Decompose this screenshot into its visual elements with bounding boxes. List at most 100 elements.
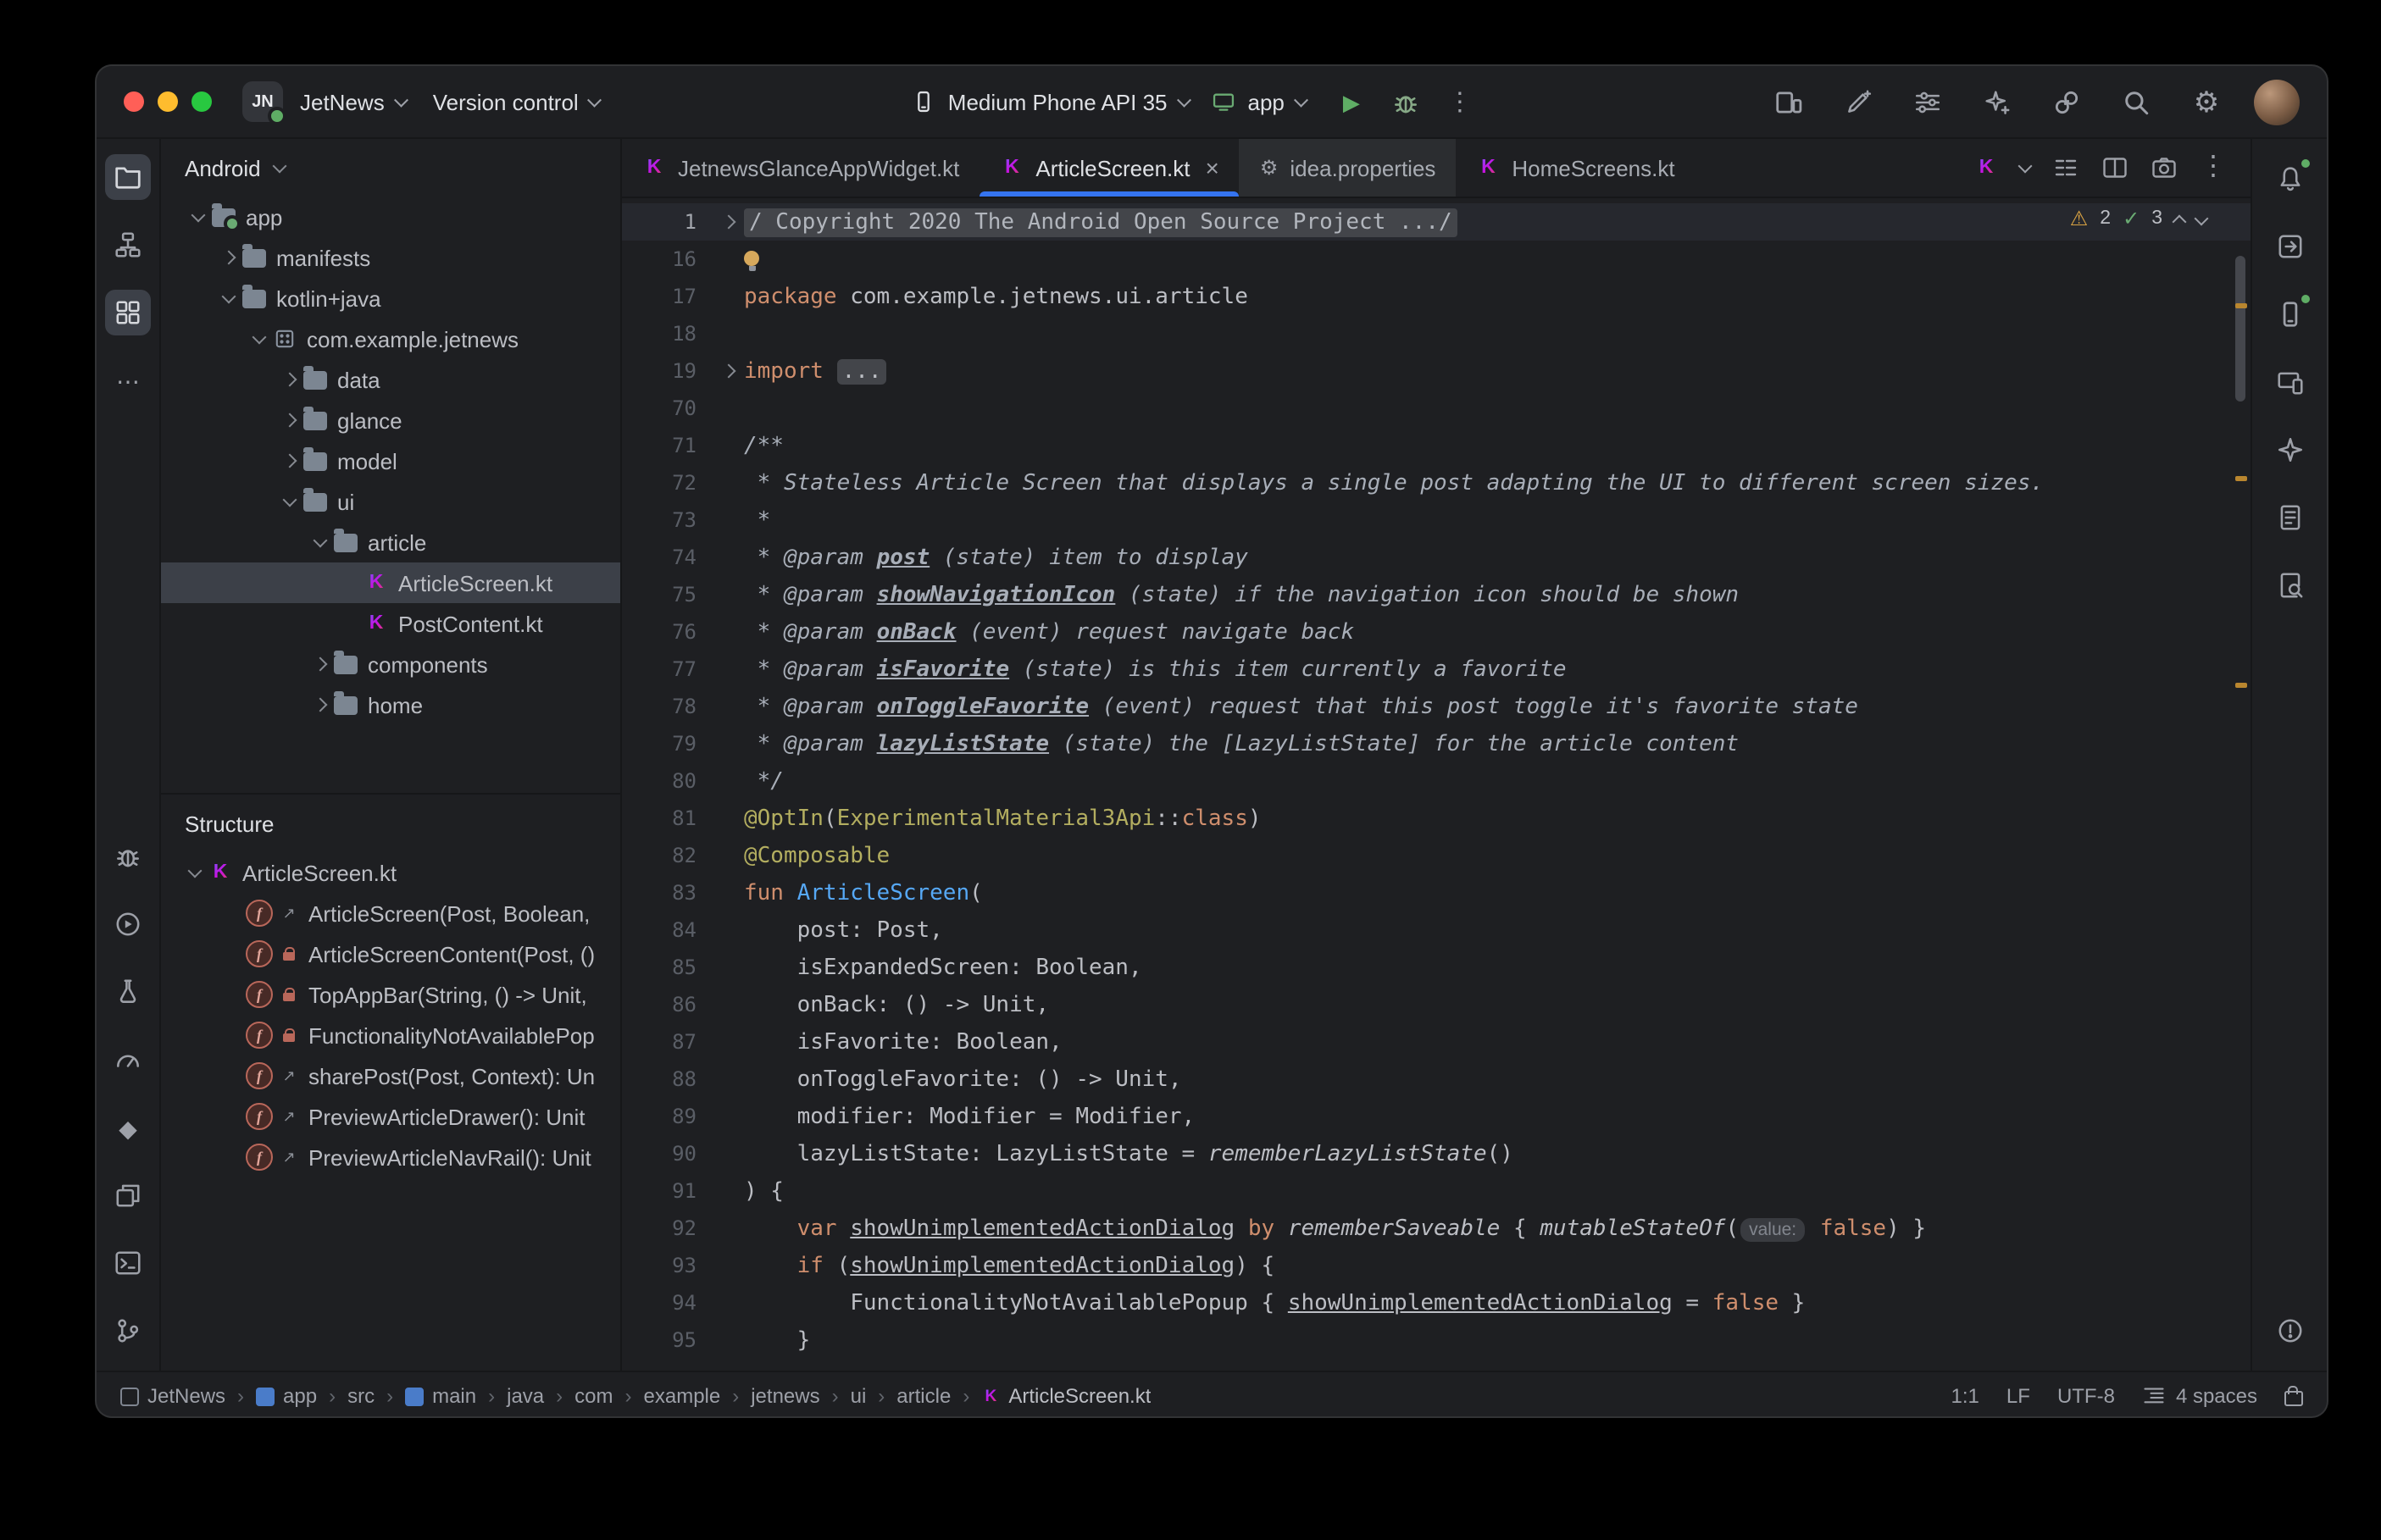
tab-idea.properties[interactable]: ⚙idea.properties [1240, 139, 1457, 197]
app-quality-insights-button[interactable] [2267, 495, 2312, 540]
code-line-19[interactable]: 19import ... [622, 352, 2251, 390]
code-line-80[interactable]: 80 */ [622, 762, 2251, 800]
tree-item-components[interactable]: components [161, 644, 620, 684]
ai-assistant-button[interactable] [1837, 80, 1881, 124]
gemini-button[interactable] [2267, 427, 2312, 473]
search-everywhere-button[interactable] [2115, 80, 2159, 124]
code-line-75[interactable]: 75 * @param showNavigationIcon (state) i… [622, 576, 2251, 613]
problems-button[interactable] [2267, 1308, 2312, 1354]
code-line-94[interactable]: 94 FunctionalityNotAvailablePopup { show… [622, 1284, 2251, 1321]
services-button[interactable]: ◆ [105, 1105, 151, 1150]
run-button[interactable]: ▶ [1329, 80, 1374, 124]
settings-button[interactable]: ⚙ [2184, 80, 2228, 124]
code-line-85[interactable]: 85 isExpandedScreen: Boolean, [622, 949, 2251, 986]
caret-position[interactable]: 1:1 [1951, 1384, 1979, 1408]
project-menu[interactable]: JetNews [300, 89, 406, 114]
code-line-89[interactable]: 89 modifier: Modifier = Modifier, [622, 1098, 2251, 1135]
next-problem-button[interactable] [2195, 211, 2209, 225]
gradle-button[interactable] [2267, 224, 2312, 269]
more-tool-windows-button[interactable]: ⋯ [105, 357, 151, 403]
code-line-78[interactable]: 78 * @param onToggleFavorite (event) req… [622, 688, 2251, 725]
structure-item-ArticleScreenContent(Post, ()[interactable]: fArticleScreenContent(Post, () [161, 933, 620, 974]
breadcrumb-item-java[interactable]: java [507, 1384, 544, 1408]
editor-options-button[interactable]: ⋮ [2200, 154, 2227, 181]
breadcrumb-item-app[interactable]: app [256, 1384, 317, 1408]
code-area[interactable]: 1/ Copyright 2020 The Android Open Sourc… [622, 198, 2251, 1371]
app-inspection-button[interactable] [105, 969, 151, 1015]
code-line-76[interactable]: 76 * @param onBack (event) request navig… [622, 613, 2251, 651]
structure-item-FunctionalityNotAvailablePop[interactable]: fFunctionalityNotAvailablePop [161, 1015, 620, 1055]
inspections-widget[interactable]: ⚠ 2 ✓ 3 [2070, 207, 2206, 230]
chevron-right-icon[interactable] [314, 698, 328, 712]
run-configuration-selector[interactable]: app [1213, 89, 1306, 114]
fold-chevron-icon[interactable] [722, 215, 736, 230]
structure-item-PreviewArticleDrawer(): Unit[interactable]: f↗PreviewArticleDrawer(): Unit [161, 1096, 620, 1137]
tree-item-PostContent.kt[interactable]: KPostContent.kt [161, 603, 620, 644]
breadcrumb-item-ui[interactable]: ui [851, 1384, 867, 1408]
code-line-81[interactable]: 81@OptIn(ExperimentalMaterial3Api::class… [622, 800, 2251, 837]
tree-item-kotlin+java[interactable]: kotlin+java [161, 278, 620, 319]
device-manager-button[interactable] [2267, 291, 2312, 337]
tab-JetnewsGlanceAppWidget.kt[interactable]: KJetnewsGlanceAppWidget.kt [622, 139, 980, 197]
close-window-button[interactable] [124, 91, 144, 112]
code-line-77[interactable]: 77 * @param isFavorite (state) is this i… [622, 651, 2251, 688]
debug-button[interactable] [1384, 80, 1428, 124]
previous-problem-button[interactable] [2173, 214, 2187, 229]
code-line-18[interactable]: 18 [622, 315, 2251, 352]
tab-ArticleScreen.kt[interactable]: KArticleScreen.kt× [980, 139, 1239, 197]
avatar[interactable] [2254, 79, 2300, 125]
tree-item-data[interactable]: data [161, 359, 620, 400]
tree-item-app[interactable]: app [161, 197, 620, 237]
build-button[interactable] [105, 1172, 151, 1218]
code-line-87[interactable]: 87 isFavorite: Boolean, [622, 1023, 2251, 1061]
chevron-right-icon[interactable] [314, 657, 328, 672]
editor-list-button[interactable] [2052, 154, 2079, 181]
tree-item-home[interactable]: home [161, 684, 620, 725]
scrollbar-thumb[interactable] [2235, 256, 2245, 402]
code-line-90[interactable]: 90 lazyListState: LazyListState = rememb… [622, 1135, 2251, 1172]
tree-item-article[interactable]: article [161, 522, 620, 562]
structure-item-sharePost(Post, Context): Un[interactable]: f↗sharePost(Post, Context): Un [161, 1055, 620, 1096]
chevron-right-icon[interactable] [283, 413, 297, 428]
editor-scrollbar[interactable] [2230, 198, 2251, 1371]
terminal-button[interactable] [105, 1240, 151, 1286]
code-line-74[interactable]: 74 * @param post (state) item to display [622, 539, 2251, 576]
vcs-menu[interactable]: Version control [433, 89, 600, 114]
chevron-right-icon[interactable] [283, 373, 297, 387]
breadcrumb-item-ArticleScreen.kt[interactable]: KArticleScreen.kt [981, 1384, 1151, 1408]
chevron-down-icon[interactable] [222, 289, 236, 303]
breadcrumb-item-com[interactable]: com [574, 1384, 613, 1408]
code-line-84[interactable]: 84 post: Post, [622, 911, 2251, 949]
structure-item-TopAppBar(String, () -> Unit,[interactable]: fTopAppBar(String, () -> Unit, [161, 974, 620, 1015]
tree-item-ArticleScreen.kt[interactable]: KArticleScreen.kt [161, 562, 620, 603]
structure-pane-header[interactable]: Structure [161, 795, 620, 852]
tree-item-com.example.jetnews[interactable]: com.example.jetnews [161, 319, 620, 359]
tree-item-ui[interactable]: ui [161, 481, 620, 522]
code-line-88[interactable]: 88 onToggleFavorite: () -> Unit, [622, 1061, 2251, 1098]
intention-bulb-icon[interactable] [744, 250, 759, 265]
code-line-83[interactable]: 83fun ArticleScreen( [622, 874, 2251, 911]
tree-item-model[interactable]: model [161, 440, 620, 481]
commit-button[interactable] [105, 222, 151, 268]
file-encoding[interactable]: UTF-8 [2057, 1384, 2115, 1408]
zoom-window-button[interactable] [191, 91, 212, 112]
sync-button[interactable] [2045, 80, 2090, 124]
chevron-down-icon[interactable] [314, 533, 328, 547]
project-pane-header[interactable]: Android [161, 139, 620, 197]
hidden-tabs-button[interactable] [2020, 165, 2030, 170]
chevron-right-icon[interactable] [222, 251, 236, 265]
line-separator[interactable]: LF [2006, 1384, 2030, 1408]
logcat-button[interactable] [105, 834, 151, 879]
chevron-down-icon[interactable] [188, 863, 203, 878]
find-button[interactable] [2267, 562, 2312, 608]
breadcrumb-item-main[interactable]: main [405, 1384, 476, 1408]
structure-item-PreviewArticleNavRail(): Unit[interactable]: f↗PreviewArticleNavRail(): Unit [161, 1137, 620, 1177]
breadcrumb-item-JetNews[interactable]: JetNews [120, 1384, 225, 1408]
tab-HomeScreens.kt[interactable]: KHomeScreens.kt [1456, 139, 1695, 197]
plugins-button[interactable] [1976, 80, 2020, 124]
chevron-down-icon[interactable] [253, 330, 267, 344]
code-line-91[interactable]: 91) { [622, 1172, 2251, 1210]
breadcrumb-item-article[interactable]: article [896, 1384, 951, 1408]
warning-stripe-mark[interactable] [2235, 683, 2247, 688]
split-editor-button[interactable] [2101, 154, 2128, 181]
